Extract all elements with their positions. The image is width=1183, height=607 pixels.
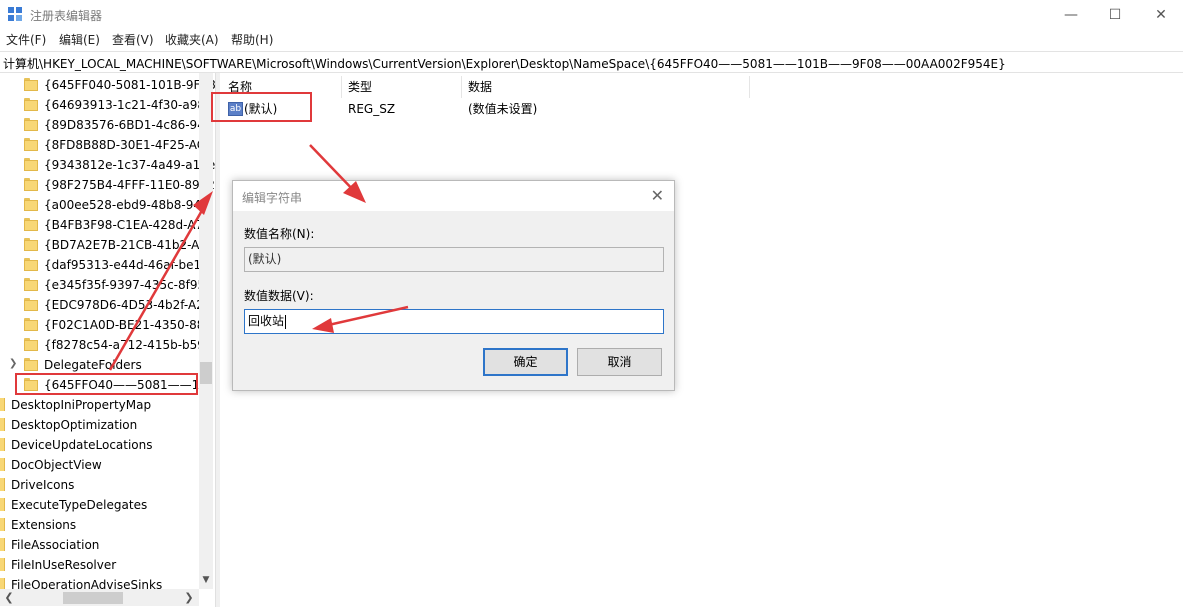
folder-icon: [24, 158, 38, 171]
text-caret: [285, 314, 287, 329]
folder-icon: [24, 318, 38, 331]
value-name-field: (默认): [244, 247, 664, 272]
folder-icon: [0, 518, 5, 531]
menu-help[interactable]: 帮助(H): [231, 31, 273, 48]
value-name-label: 数值名称(N):: [244, 227, 315, 241]
folder-icon: [0, 558, 5, 571]
edit-string-dialog: 编辑字符串 ✕ 数值名称(N): (默认) 数值数据(V): 回收站 确定 取消: [232, 180, 675, 391]
title-bar: 注册表编辑器 — ☐ ✕: [0, 0, 1183, 29]
folder-icon: [24, 138, 38, 151]
menu-edit[interactable]: 编辑(E): [59, 31, 100, 48]
folder-icon: [24, 178, 38, 191]
value-data-input[interactable]: 回收站: [244, 309, 664, 334]
column-type[interactable]: 类型: [340, 76, 372, 98]
expand-chevron-icon[interactable]: ❯: [9, 358, 17, 369]
menu-view[interactable]: 查看(V): [112, 31, 154, 48]
close-button[interactable]: ✕: [1138, 0, 1183, 29]
folder-icon: [0, 438, 5, 451]
menu-bar: 文件(F) 编辑(E) 查看(V) 收藏夹(A) 帮助(H): [0, 29, 1183, 50]
column-separator[interactable]: [749, 76, 750, 98]
menu-file[interactable]: 文件(F): [6, 31, 46, 48]
registry-tree: {645FF040-5081-101B-9F08 {64693913-1c21-…: [0, 73, 215, 607]
folder-icon: [24, 98, 38, 111]
pane-splitter[interactable]: [215, 73, 220, 607]
dialog-title: 编辑字符串: [242, 191, 303, 205]
scroll-down-arrow-icon[interactable]: ▼: [200, 574, 212, 586]
tree-horizontal-scroll-thumb[interactable]: [63, 592, 123, 604]
folder-icon: [0, 418, 5, 431]
value-data: (数值未设置): [468, 102, 538, 116]
highlight-box-selected-key: [15, 373, 198, 395]
maximize-button[interactable]: ☐: [1092, 0, 1138, 29]
window-title: 注册表编辑器: [30, 9, 103, 23]
tree-vertical-scroll-thumb[interactable]: [200, 362, 212, 384]
folder-icon: [24, 118, 38, 131]
value-data-label: 数值数据(V):: [244, 289, 314, 303]
address-path[interactable]: 计算机\HKEY_LOCAL_MACHINE\SOFTWARE\Microsof…: [3, 55, 1006, 72]
folder-icon: [24, 78, 38, 91]
folder-icon: [0, 498, 5, 511]
folder-icon: [24, 278, 38, 291]
regedit-app-icon: [8, 7, 22, 21]
column-data[interactable]: 数据: [460, 76, 492, 98]
folder-icon: [0, 478, 5, 491]
folder-icon: [24, 198, 38, 211]
highlight-box-default-value: [211, 92, 312, 122]
folder-icon: [24, 238, 38, 251]
dialog-close-icon[interactable]: ✕: [651, 186, 664, 205]
dialog-titlebar[interactable]: 编辑字符串 ✕: [233, 181, 674, 211]
cancel-button[interactable]: 取消: [577, 348, 662, 376]
folder-icon: [24, 338, 38, 351]
folder-icon: [0, 538, 5, 551]
value-type: REG_SZ: [348, 102, 396, 116]
scroll-left-arrow-icon[interactable]: ❮: [2, 589, 16, 606]
folder-icon: [0, 458, 5, 471]
ok-button[interactable]: 确定: [483, 348, 568, 376]
folder-icon: [0, 398, 5, 411]
menu-favorites[interactable]: 收藏夹(A): [165, 31, 219, 48]
folder-icon: [24, 298, 38, 311]
folder-icon: [24, 218, 38, 231]
address-bar[interactable]: 计算机\HKEY_LOCAL_MACHINE\SOFTWARE\Microsof…: [0, 51, 1183, 73]
minimize-button[interactable]: —: [1048, 0, 1094, 29]
scroll-right-arrow-icon[interactable]: ❯: [182, 589, 196, 606]
folder-icon: [24, 358, 38, 371]
tree-vertical-scrollbar[interactable]: [199, 73, 213, 589]
folder-icon: [24, 258, 38, 271]
